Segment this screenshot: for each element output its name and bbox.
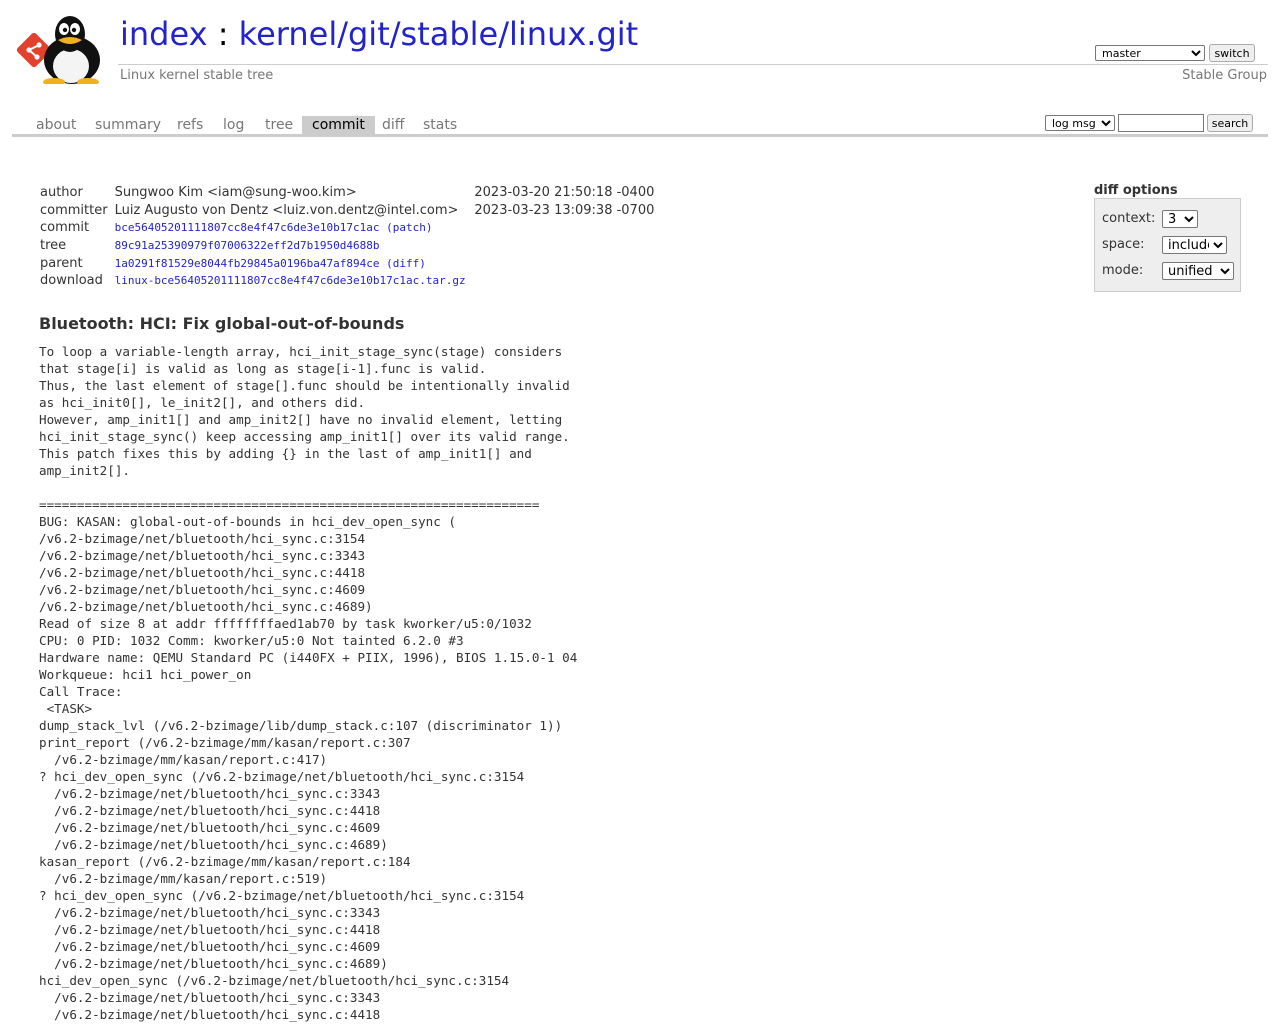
mode-label: mode: (1102, 263, 1144, 278)
tab-stats[interactable]: stats (413, 116, 467, 134)
download-label: download (40, 273, 103, 289)
space-select[interactable]: include (1162, 236, 1227, 254)
tree-label: tree (40, 238, 67, 254)
tab-commit[interactable]: commit (302, 116, 375, 134)
page-title: index : kernel/git/stable/linux.git (120, 15, 638, 53)
tab-tree[interactable]: tree (255, 116, 303, 134)
author-row: author Sungwoo Kim <iam@sung-woo.kim> 20… (37, 184, 658, 202)
parent-label: parent (40, 255, 83, 271)
patch-link[interactable]: (patch) (386, 221, 432, 234)
git-penguin-logo-icon (16, 16, 100, 86)
switch-button[interactable]: switch (1209, 44, 1255, 62)
branch-select[interactable]: master (1095, 45, 1205, 61)
index-link[interactable]: index (120, 15, 208, 53)
repo-link[interactable]: kernel/git/stable/linux.git (239, 15, 639, 53)
diff-options-title: diff options (1094, 183, 1178, 198)
title-separator: : (207, 15, 239, 53)
search-button[interactable]: search (1207, 114, 1253, 132)
commit-subject: Bluetooth: HCI: Fix global-out-of-bounds (39, 314, 405, 333)
parent-row: parent 1a0291f81529e8044fb29845a0196ba47… (37, 254, 658, 272)
download-tarball-link[interactable]: linux-bce56405201111807cc8e4f47c6de3e10b… (115, 274, 466, 287)
tab-about[interactable]: about (26, 116, 86, 134)
mode-select[interactable]: unified (1162, 262, 1234, 280)
header-divider (118, 64, 1268, 65)
tree-row: tree 89c91a25390979f07006322eff2d7b1950d… (37, 237, 658, 255)
repo-owner[interactable]: Stable Group (1182, 68, 1267, 83)
diff-options-panel: context: 3 space: include mode: unified (1094, 198, 1241, 292)
committer-label: committer (40, 202, 108, 218)
tab-diff[interactable]: diff (372, 116, 414, 134)
tab-log[interactable]: log (213, 116, 254, 134)
diff-link[interactable]: (diff) (386, 257, 426, 270)
commit-label: commit (40, 220, 90, 236)
author-label: author (40, 185, 83, 201)
parent-hash-link[interactable]: 1a0291f81529e8044fb29845a0196ba47af894ce (115, 257, 380, 270)
context-select[interactable]: 3 (1162, 210, 1198, 228)
context-label: context: (1102, 211, 1156, 226)
commit-row: commit bce56405201111807cc8e4f47c6de3e10… (37, 219, 658, 237)
search-scope-select[interactable]: log msg (1045, 115, 1115, 131)
tree-hash-link[interactable]: 89c91a25390979f07006322eff2d7b1950d4688b (115, 239, 380, 252)
tab-refs[interactable]: refs (167, 116, 213, 134)
space-label: space: (1102, 237, 1145, 252)
committer-row: committer Luiz Augusto von Dentz <luiz.v… (37, 202, 658, 220)
repo-description: Linux kernel stable tree (120, 68, 274, 83)
committer-value: Luiz Augusto von Dentz <luiz.von.dentz@i… (114, 202, 459, 218)
commit-hash-link[interactable]: bce56405201111807cc8e4f47c6de3e10b17c1ac (115, 221, 380, 234)
search-input[interactable] (1118, 114, 1204, 132)
download-row: download linux-bce56405201111807cc8e4f47… (37, 272, 658, 290)
committer-date: 2023-03-23 13:09:38 -0700 (474, 202, 655, 218)
tab-summary[interactable]: summary (85, 116, 171, 134)
commit-message-body: To loop a variable-length array, hci_ini… (39, 344, 578, 1022)
author-date: 2023-03-20 21:50:18 -0400 (474, 185, 655, 201)
author-value: Sungwoo Kim <iam@sung-woo.kim> (114, 185, 357, 201)
cgit-logo[interactable] (14, 12, 110, 86)
commit-info-table: author Sungwoo Kim <iam@sung-woo.kim> 20… (37, 184, 658, 290)
